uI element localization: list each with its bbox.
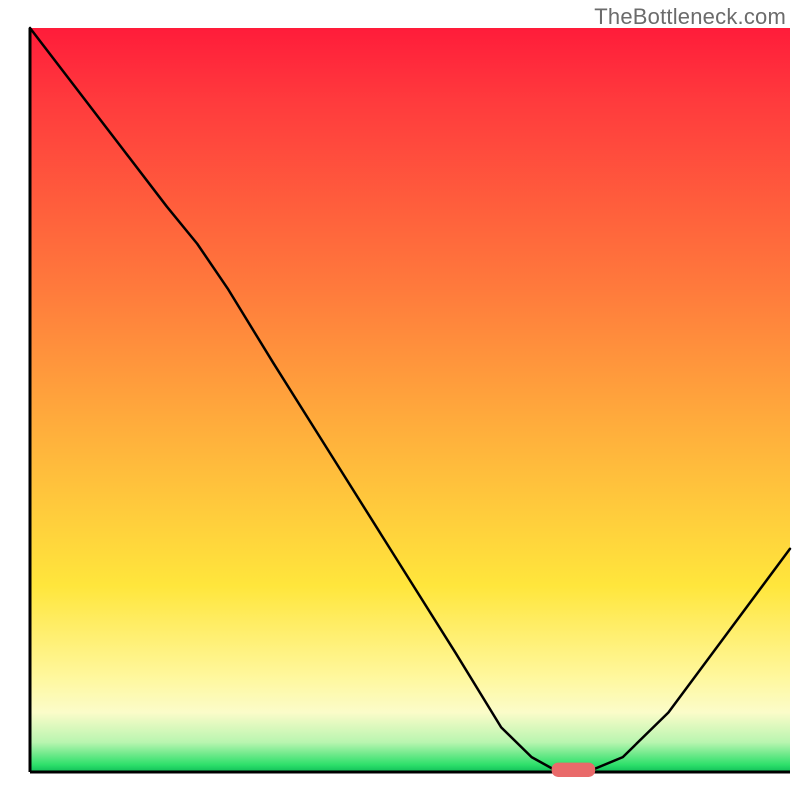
- plot-background-gradient: [30, 28, 790, 772]
- chart-container: TheBottleneck.com: [0, 0, 800, 800]
- bottleneck-line-chart: [0, 0, 800, 800]
- optimal-point-marker: [552, 763, 595, 776]
- watermark-text: TheBottleneck.com: [594, 4, 786, 30]
